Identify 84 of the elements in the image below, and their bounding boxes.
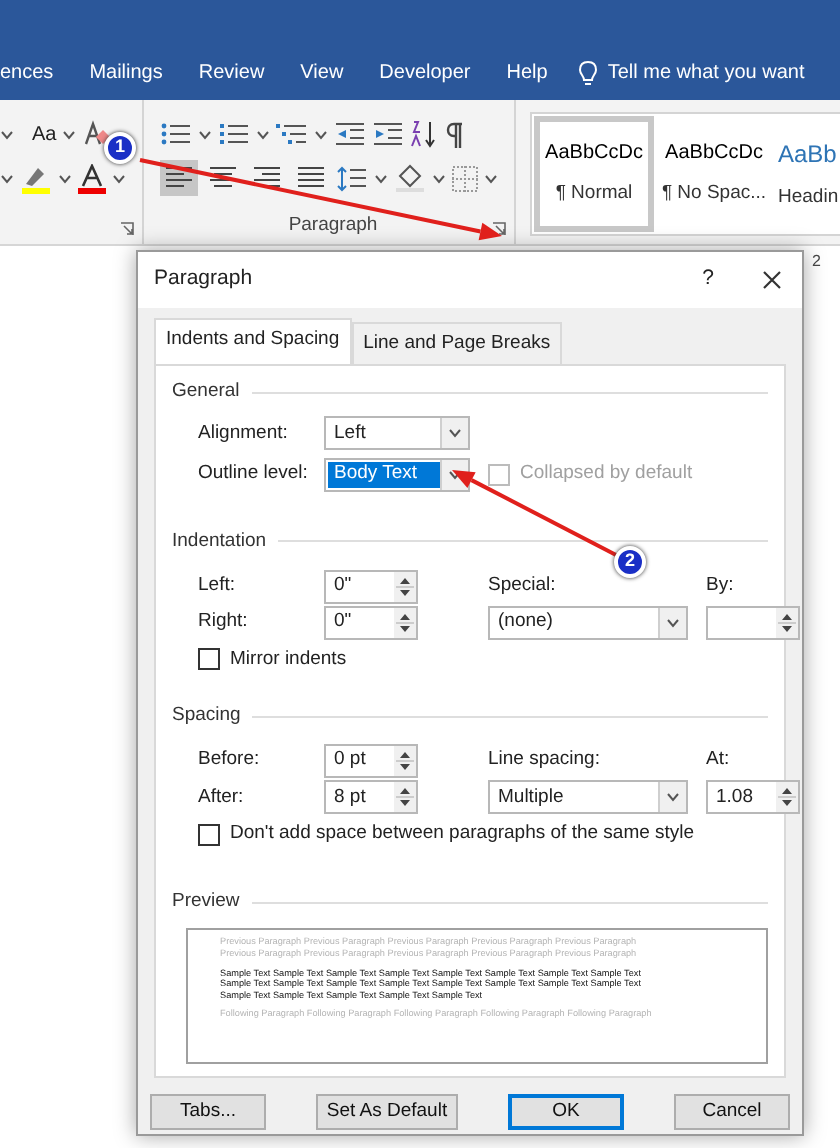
highlighter-icon[interactable] <box>20 163 52 193</box>
caret-icon[interactable] <box>0 127 14 141</box>
caret-icon[interactable] <box>314 127 328 141</box>
ribbon-tab[interactable]: View <box>282 58 362 88</box>
section-heading: Indentation <box>172 527 267 556</box>
sort-icon[interactable] <box>410 120 438 148</box>
spin-arrows-icon[interactable] <box>394 571 416 602</box>
field-label: Right: <box>198 608 250 637</box>
clear-formatting-icon[interactable] <box>82 120 111 148</box>
spin-arrows-icon[interactable] <box>394 745 416 776</box>
field-label: Special: <box>488 572 558 601</box>
group-label: Paragraph <box>288 211 378 240</box>
caret-icon[interactable] <box>432 171 446 185</box>
spin-arrows-icon[interactable] <box>394 782 416 813</box>
ruler-number: 2 <box>812 250 821 274</box>
multilevel-list-icon[interactable] <box>276 122 308 146</box>
lightbulb-icon[interactable] <box>577 60 598 88</box>
ribbon-tab[interactable]: ences <box>0 58 72 88</box>
section-heading: Preview <box>172 888 240 917</box>
spin-field[interactable]: 1.08 <box>706 780 800 815</box>
spin-arrows-icon[interactable] <box>776 608 798 639</box>
spin-field[interactable]: 8 pt <box>324 780 418 815</box>
spin-field[interactable]: 0" <box>324 606 418 641</box>
checkbox-label: Collapsed by default <box>520 460 693 489</box>
spin-arrows-icon[interactable] <box>776 782 798 813</box>
dialog-button[interactable]: Set As Default <box>316 1094 458 1131</box>
caret-icon[interactable] <box>484 171 498 185</box>
field-label: Outline level: <box>198 460 310 489</box>
caret-icon[interactable] <box>58 171 72 185</box>
increase-indent-icon[interactable] <box>372 122 404 146</box>
checkbox-label: Don't add space between paragraphs of the same style <box>230 819 695 848</box>
dialog-launcher-icon[interactable] <box>492 222 506 236</box>
field-label: After: <box>198 783 246 812</box>
dropdown-field[interactable]: (none) <box>488 606 688 641</box>
decrease-indent-icon[interactable] <box>334 122 366 146</box>
numbering-icon[interactable] <box>218 122 250 146</box>
line-spacing-icon[interactable] <box>336 165 368 191</box>
pilcrow-icon[interactable] <box>444 121 464 147</box>
close-icon[interactable] <box>762 270 782 290</box>
spin-field[interactable]: 0 pt <box>324 743 418 778</box>
bullets-icon[interactable] <box>160 122 192 146</box>
dialog-tab[interactable]: Line and Page Breaks <box>351 322 563 365</box>
checkbox[interactable] <box>198 648 220 671</box>
caret-icon[interactable] <box>256 127 270 141</box>
section-heading: Spacing <box>172 702 241 730</box>
shading-icon[interactable] <box>394 164 426 192</box>
field-label: Left: <box>198 572 237 601</box>
field-label: By: <box>706 572 736 601</box>
dropdown-field[interactable]: Left <box>324 416 470 451</box>
spin-arrows-icon[interactable] <box>394 608 416 639</box>
caret-icon[interactable] <box>0 171 14 185</box>
caret-icon[interactable] <box>374 171 388 185</box>
dialog-button[interactable]: OK <box>508 1094 624 1131</box>
caret-icon <box>666 616 680 631</box>
spin-field[interactable] <box>706 606 800 641</box>
font-color-icon[interactable] <box>78 163 106 193</box>
ribbon-tab[interactable]: Review <box>180 58 283 88</box>
change-case-button[interactable]: Aa <box>32 119 57 149</box>
tell-me-search[interactable]: Tell me what you want <box>607 58 805 88</box>
dropdown-field[interactable]: Multiple <box>488 780 688 815</box>
field-label: Line spacing: <box>488 746 602 775</box>
checkbox-label: Mirror indents <box>230 645 347 674</box>
dialog-button[interactable]: Tabs... <box>150 1094 266 1131</box>
dropdown-field[interactable]: Body Text <box>324 457 470 492</box>
dialog-button[interactable]: Cancel <box>674 1094 790 1131</box>
style-gallery-item[interactable]: AaBbCcDc ¶ Normal <box>534 116 654 232</box>
caret-icon[interactable] <box>198 127 212 141</box>
section-heading: General <box>172 378 240 407</box>
caret-icon <box>448 426 462 441</box>
dialog-title: Paragraph <box>154 264 255 295</box>
field-label: At: <box>706 746 732 775</box>
checkbox[interactable] <box>198 823 220 846</box>
ribbon-tab[interactable]: Help <box>488 58 566 88</box>
dialog-tab[interactable]: Indents and Spacing <box>154 318 352 365</box>
ribbon-tab[interactable]: Developer <box>361 58 489 88</box>
caret-icon <box>666 790 680 805</box>
dialog-launcher-icon[interactable] <box>120 222 134 236</box>
field-label: Before: <box>198 746 262 775</box>
caret-icon[interactable] <box>62 127 77 141</box>
field-label: Alignment: <box>198 419 290 448</box>
caret-icon[interactable] <box>112 171 126 185</box>
spin-field[interactable]: 0" <box>324 569 418 604</box>
ribbon-tab[interactable]: Mailings <box>71 58 181 88</box>
help-button[interactable]: ? <box>702 264 714 296</box>
